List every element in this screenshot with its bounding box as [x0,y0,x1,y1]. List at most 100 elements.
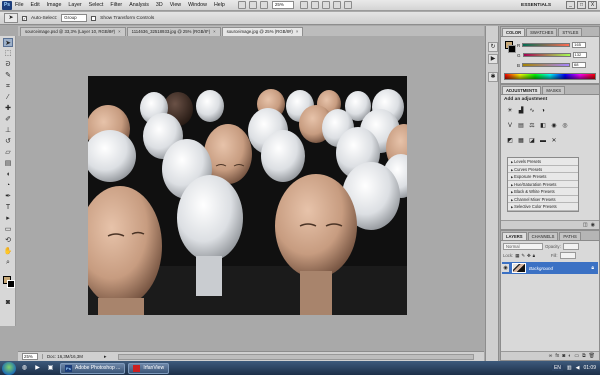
eraser-tool-icon[interactable]: ▱ [3,148,13,157]
tab-layers[interactable]: LAYERS [502,232,527,240]
menu-help[interactable]: Help [214,2,225,8]
brush-tool-icon[interactable]: ✐ [3,115,13,124]
layer-style-icon[interactable]: fx [555,353,559,359]
list-item[interactable]: Levels Presets [508,158,578,166]
history-panel-icon[interactable]: ↻ [488,42,498,52]
zoom-level-field[interactable]: 25% [271,1,294,9]
zoom-tool-button[interactable] [310,1,319,9]
3d-rotate-tool-icon[interactable]: ⟲ [3,236,13,245]
list-item[interactable]: Curves Presets [508,166,578,173]
list-item[interactable]: Selective Color Presets [508,203,578,211]
close-tab-icon[interactable]: × [296,28,299,36]
blue-value-field[interactable]: 68 [572,62,587,68]
menu-image[interactable]: Image [47,2,62,8]
minimize-button[interactable]: _ [566,1,575,9]
vibrance-icon[interactable]: V [506,122,514,130]
blend-mode-dropdown[interactable]: Normal [503,243,543,250]
lock-image-icon[interactable]: ✎ [521,253,525,259]
add-mask-icon[interactable]: ◙ [562,353,565,359]
new-group-icon[interactable]: ▭ [574,353,579,359]
blur-tool-icon[interactable]: ◖ [3,170,13,179]
arrange-documents-button[interactable] [332,1,341,9]
hand-tool-icon[interactable]: ✋ [3,247,13,256]
document-image[interactable] [88,76,407,315]
clock[interactable]: 01:09 [583,365,596,371]
tab-swatches[interactable]: SWATCHES [526,28,558,36]
menu-3d[interactable]: 3D [156,2,163,8]
menu-select[interactable]: Select [89,2,104,8]
gradient-map-icon[interactable]: ▬ [539,137,547,145]
move-tool-icon[interactable]: ➤ [3,38,13,47]
blue-slider[interactable] [522,63,571,67]
link-layers-icon[interactable]: ∞ [549,353,553,359]
clip-to-layer-icon[interactable]: ◫ [583,222,588,228]
menu-file[interactable]: File [15,2,24,8]
volume-icon[interactable]: ◀ [576,365,580,371]
tab-channels[interactable]: CHANNELS [527,232,559,240]
color-spectrum-ramp[interactable] [504,73,596,80]
tool-presets-panel-icon[interactable]: ✱ [488,72,498,82]
levels-icon[interactable]: ▟ [517,107,525,115]
new-adjustment-layer-icon[interactable]: ◐ [568,353,571,359]
tab-masks[interactable]: MASKS [542,86,566,94]
tab-adjustments[interactable]: ADJUSTMENTS [502,86,542,94]
type-tool-icon[interactable]: T [3,203,13,212]
close-tab-icon[interactable]: × [213,28,216,36]
menu-analysis[interactable]: Analysis [129,2,149,8]
visibility-icon[interactable]: ◉ [591,222,595,228]
black-white-icon[interactable]: ◧ [539,122,547,130]
tab-styles[interactable]: STYLES [558,28,583,36]
list-item[interactable]: Hue/Saturation Presets [508,181,578,188]
color-panel-background-swatch[interactable] [508,45,516,53]
zoom-tool-icon[interactable]: ⌕ [3,258,13,267]
close-tab-icon[interactable]: × [118,28,121,36]
document-info[interactable]: Doc: 16,3M/16,3M [42,354,102,359]
auto-select-dropdown[interactable]: Group [61,14,88,22]
menu-filter[interactable]: Filter [110,2,122,8]
lock-transparent-icon[interactable]: ▦ [515,253,519,259]
screen-mode-button[interactable] [343,1,352,9]
exposure-icon[interactable]: ◑ [539,107,547,115]
list-item[interactable]: Exposure Presets [508,173,578,181]
language-indicator[interactable]: EN [551,365,563,371]
opacity-field[interactable] [562,243,579,250]
shape-tool-icon[interactable]: ▭ [3,225,13,234]
lasso-tool-icon[interactable]: ᘐ [3,60,13,69]
background-color-swatch[interactable] [7,280,15,288]
taskbar-photoshop-button[interactable]: Ps Adobe Photoshop ... [60,362,126,374]
threshold-icon[interactable]: ◪ [528,137,536,145]
maximize-button[interactable]: □ [577,1,586,9]
doc-tab-1[interactable]: sourceimage.psd @ 33,3% (Layer 10, RGB/8… [20,27,126,36]
list-item[interactable]: Channel Mixer Presets [508,196,578,203]
menu-edit[interactable]: Edit [31,2,40,8]
invert-icon[interactable]: ◩ [506,137,514,145]
posterize-icon[interactable]: ▦ [517,137,525,145]
marquee-tool-icon[interactable]: ⬚ [3,49,13,58]
fill-field[interactable] [559,252,576,259]
channel-mixer-icon[interactable]: ◎ [561,122,569,130]
media-player-quick-launch-icon[interactable]: ▶ [33,364,42,373]
hand-tool-button[interactable] [299,1,308,9]
show-desktop-quick-launch-icon[interactable]: ▣ [46,364,55,373]
pen-tool-icon[interactable]: ✒ [3,192,13,201]
clone-stamp-tool-icon[interactable]: ⊥ [3,126,13,135]
workspace-switcher[interactable]: ESSENTIALS [521,1,551,10]
green-value-field[interactable]: 132 [572,52,587,58]
doc-tab-3[interactable]: sourceimage.jpg @ 25% (RGB/8#) × [221,27,304,36]
start-button[interactable] [2,361,16,375]
selective-color-icon[interactable]: ✕ [550,137,558,145]
canvas-area[interactable] [18,36,484,350]
dodge-tool-icon[interactable]: ◔ [3,181,13,190]
quick-mask-icon[interactable]: ◙ [3,298,13,307]
path-selection-tool-icon[interactable]: ▸ [3,214,13,223]
eye-icon[interactable]: ◉ [502,264,509,272]
menu-window[interactable]: Window [188,2,207,8]
browser-quick-launch-icon[interactable]: ◍ [20,364,29,373]
quick-selection-tool-icon[interactable]: ✎ [3,71,13,80]
brightness-contrast-icon[interactable]: ☀ [506,107,514,115]
network-icon[interactable]: ▥ [567,365,572,371]
rotate-view-button[interactable] [321,1,330,9]
auto-select-checkbox[interactable]: ✓ [22,15,27,21]
photo-filter-icon[interactable]: ◉ [550,122,558,130]
menu-view[interactable]: View [170,2,181,8]
